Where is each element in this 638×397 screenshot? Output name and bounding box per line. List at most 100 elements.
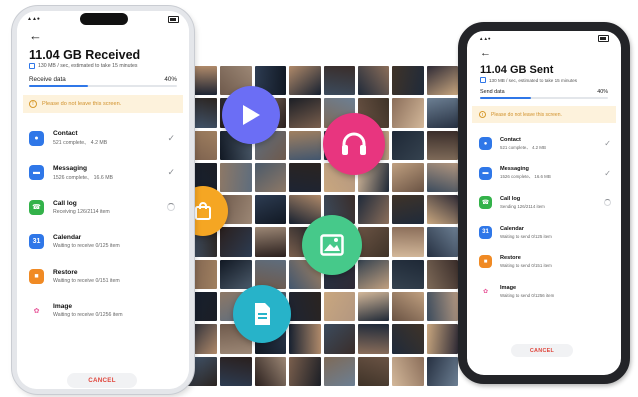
speed-text: 130 MB / sec, estimated to take 15 minut… <box>38 63 138 69</box>
warning-banner: ! Please do not leave this screen. <box>23 95 183 113</box>
photo-tile <box>426 227 458 257</box>
messaging-icon: ▬ <box>479 166 492 180</box>
item-status: Sending 126/2114 item <box>500 204 545 210</box>
transfer-item: ✿ Image Waiting to send 0/1256 item <box>467 277 621 307</box>
photo-tile <box>426 356 458 386</box>
item-text: Calendar Waiting to send 0/125 item <box>500 226 552 239</box>
sender-screen: ▲▲● ← 11.04 GB Sent 130 MB / sec, estima… <box>467 31 621 375</box>
speed-text: 130 MB / sec, estimated to take 15 minut… <box>489 77 578 83</box>
transfer-speed: 130 MB / sec, estimated to take 15 minut… <box>17 62 189 70</box>
item-name: Image <box>500 284 517 291</box>
speed-icon <box>480 77 486 83</box>
receiver-screen: ▲▲● ← 11.04 GB Received 130 MB / sec, es… <box>17 11 189 389</box>
item-status: 1526 complete、 16.6 MB <box>500 174 551 180</box>
item-status: Waiting to send 0/1256 item <box>500 292 555 298</box>
item-status: Waiting to receive 0/1256 item <box>53 312 123 319</box>
transfer-item: ■ Restore Waiting to receive 0/151 item <box>17 259 189 294</box>
loading-spinner-icon <box>167 203 175 212</box>
photo-tile <box>254 162 287 193</box>
item-text: Restore Waiting to receive 0/151 item <box>53 269 120 284</box>
transfer-item: ■ Restore Waiting to send 0/151 item <box>467 247 621 277</box>
item-status: 521 complete、 4.2 MB <box>500 144 546 150</box>
photo-tile <box>357 356 390 386</box>
item-status: Waiting to send 0/151 item <box>500 263 552 269</box>
warning-icon: ! <box>479 111 486 118</box>
photo-tile <box>254 227 287 257</box>
warning-text: Please do not leave this screen. <box>42 101 122 107</box>
warning-text: Please do not leave this screen. <box>491 111 562 118</box>
item-status: 1526 complete、 16.6 MB <box>53 174 113 181</box>
image-icon: ✿ <box>482 288 489 295</box>
play-icon <box>222 86 280 144</box>
transfer-list: ● Contact 521 complete、 4.2 MB ✓ ▬ Messaging 1… <box>17 121 189 328</box>
photo-tile <box>426 259 458 290</box>
item-name: Calendar <box>500 225 524 232</box>
transfer-item: ▬ Messaging 1526 complete、 16.6 MB ✓ <box>467 159 621 189</box>
transfer-list: ● Contact 521 complete、 4.2 MB ✓ ▬ Messaging 1… <box>467 129 621 306</box>
transfer-speed: 130 MB / sec, estimated to take 15 minut… <box>467 76 621 84</box>
progress-label: Send data <box>480 89 505 95</box>
cancel-button[interactable]: CANCEL <box>511 344 573 357</box>
photo-tile <box>220 259 252 290</box>
check-icon: ✓ <box>167 167 175 178</box>
status-bar: ▲▲● <box>467 31 621 45</box>
photo-tile <box>392 259 424 290</box>
photo-tile <box>289 324 321 354</box>
item-name: Image <box>53 303 73 311</box>
item-status: Waiting to receive 0/125 item <box>53 243 120 250</box>
status-bar: ▲▲● <box>17 11 189 27</box>
photo-tile <box>323 292 355 322</box>
photo-tile <box>392 162 424 193</box>
photo-tile <box>220 162 252 193</box>
photo-tile <box>357 259 390 290</box>
photo-tile <box>289 130 321 160</box>
progress-fill <box>480 97 532 99</box>
photo-tile <box>426 195 458 225</box>
back-arrow-icon[interactable]: ← <box>17 27 189 45</box>
photo-tile <box>392 324 424 354</box>
photo-tile <box>392 130 424 160</box>
transfer-item: ☎ Call log Receiving 126/2114 item <box>17 190 189 225</box>
cancel-button[interactable]: CANCEL <box>67 373 137 388</box>
photo-tile <box>426 66 458 96</box>
check-icon: ✓ <box>604 139 611 149</box>
call-log-icon: ☎ <box>29 199 44 215</box>
item-text: Contact 521 complete、 4.2 MB <box>53 130 107 146</box>
transfer-item: ▬ Messaging 1526 complete、 16.6 MB ✓ <box>17 156 189 191</box>
check-icon: ✓ <box>167 132 175 143</box>
item-name: Contact <box>500 136 521 143</box>
progress-header: Send data 40% <box>467 89 621 95</box>
item-status: Waiting to send 0/125 item <box>500 233 552 239</box>
item-name: Call log <box>500 196 521 203</box>
item-text: Call log Sending 126/2114 item <box>500 196 545 209</box>
transfer-item: ● Contact 521 complete、 4.2 MB ✓ <box>17 121 189 156</box>
restore-icon: ■ <box>29 268 44 284</box>
photo-tile <box>289 66 321 96</box>
item-name: Contact <box>53 130 78 138</box>
progress-percent: 40% <box>164 76 177 83</box>
photo-tile <box>220 356 252 386</box>
item-text: Image Waiting to receive 0/1256 item <box>53 303 123 318</box>
camera-pill <box>79 13 128 25</box>
call-log-icon: ☎ <box>479 196 492 210</box>
messaging-icon: ▬ <box>29 165 44 181</box>
photo-tile <box>392 98 424 128</box>
item-name: Restore <box>500 255 521 262</box>
photo-tile <box>392 227 424 257</box>
photo-tile <box>289 162 321 193</box>
check-icon: ✓ <box>604 168 611 178</box>
signal-wifi-icon: ▲▲● <box>479 35 491 41</box>
item-text: Call log Receiving 126/2114 item <box>53 200 110 215</box>
photo-tile <box>357 66 390 96</box>
photo-tile <box>392 292 424 322</box>
calendar-icon: 31 <box>479 225 492 239</box>
item-text: Restore Waiting to send 0/151 item <box>500 255 552 268</box>
gallery-icon <box>302 215 362 275</box>
transfer-item: 31 Calendar Waiting to receive 0/125 item <box>17 225 189 260</box>
progress-fill <box>29 85 89 87</box>
photo-tile <box>426 162 458 193</box>
item-name: Call log <box>53 199 77 207</box>
photo-tile <box>392 356 424 386</box>
photo-tile <box>323 324 355 354</box>
back-arrow-icon[interactable]: ← <box>467 45 621 61</box>
